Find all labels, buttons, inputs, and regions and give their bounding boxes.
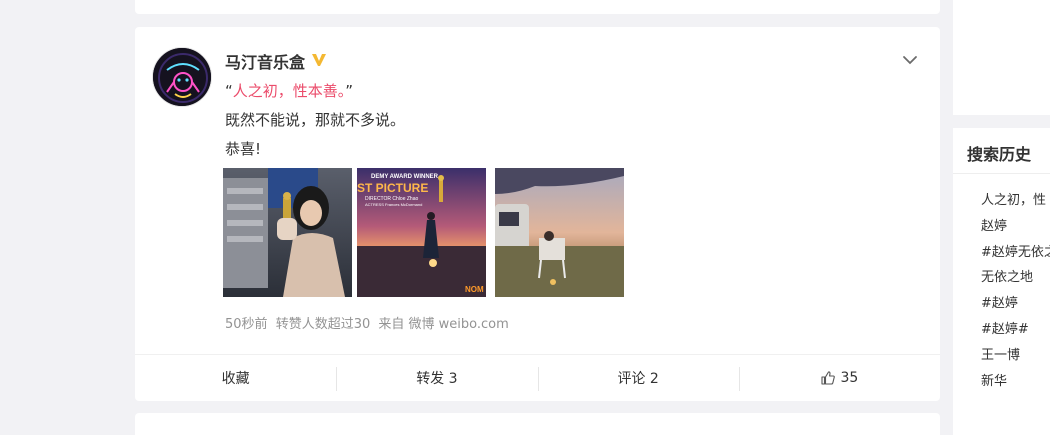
user-name[interactable]: 马汀音乐盒 bbox=[225, 49, 305, 73]
photo-best-picture[interactable]: DEMY AWARD WINNER ST PICTURE DIRECTOR Ch… bbox=[357, 168, 486, 297]
history-item[interactable]: 王一博 bbox=[981, 343, 1050, 369]
next-post-card bbox=[135, 413, 940, 435]
verified-v-icon bbox=[312, 54, 326, 66]
like-button[interactable]: 35 bbox=[738, 355, 940, 401]
history-item[interactable]: #赵婷无依之 bbox=[981, 240, 1050, 266]
panel-divider bbox=[953, 173, 1050, 174]
history-item[interactable]: 新华 bbox=[981, 369, 1050, 395]
search-history-list: 人之初，性 赵婷 #赵婷无依之 无依之地 #赵婷 #赵婷# 王一博 新华 bbox=[981, 188, 1050, 394]
photo-award-holder-image bbox=[223, 168, 352, 297]
post-text-quote: “人之初，性本善。” bbox=[225, 80, 353, 101]
quote-close: ” bbox=[345, 82, 354, 100]
collect-label: 收藏 bbox=[221, 371, 250, 387]
banner-line-2: ST PICTURE bbox=[357, 181, 428, 195]
post-reposters[interactable]: 转赞人数超过30 bbox=[276, 317, 371, 332]
like-count: 35 bbox=[840, 370, 859, 386]
search-history-panel: 搜索历史 人之初，性 赵婷 #赵婷无依之 无依之地 #赵婷 #赵婷# 王一博 新… bbox=[953, 128, 1050, 435]
search-history-title: 搜索历史 bbox=[967, 145, 1032, 164]
chevron-down-icon[interactable] bbox=[900, 50, 920, 70]
post-meta: 50秒前 转赞人数超过30 来自 微博 weibo.com bbox=[225, 313, 513, 332]
photo-best-picture-image: DEMY AWARD WINNER ST PICTURE DIRECTOR Ch… bbox=[357, 168, 486, 297]
post-text-line: 既然不能说，那就不多说。 bbox=[225, 111, 406, 129]
post-time[interactable]: 50秒前 bbox=[225, 317, 268, 332]
quote-text[interactable]: 人之初，性本善。 bbox=[233, 82, 346, 100]
weibo-feed-page: 马汀音乐盒 “人之初，性本善。” 既然不能说，那就不多说。 恭喜! DEMY A… bbox=[0, 0, 1050, 435]
post-card: 马汀音乐盒 “人之初，性本善。” 既然不能说，那就不多说。 恭喜! DEMY A… bbox=[135, 27, 940, 401]
quote-open: “ bbox=[225, 82, 233, 100]
photo-camper-sunset-image bbox=[495, 168, 624, 297]
photo-camper-sunset[interactable] bbox=[495, 168, 624, 297]
photo-award-holder[interactable] bbox=[223, 168, 352, 297]
collect-button[interactable]: 收藏 bbox=[135, 355, 336, 401]
post-action-bar: 收藏 转发 3 评论 2 35 bbox=[135, 354, 940, 401]
history-item[interactable]: 人之初，性 bbox=[981, 188, 1050, 214]
history-item[interactable]: 赵婷 bbox=[981, 214, 1050, 240]
avatar-neon-icon bbox=[153, 48, 211, 106]
previous-post-card bbox=[135, 0, 940, 14]
post-source: 来自 微博 weibo.com bbox=[378, 317, 509, 332]
history-item[interactable]: #赵婷# bbox=[981, 317, 1050, 343]
corner-text: NOM bbox=[465, 285, 484, 294]
sidebar-top-card bbox=[953, 0, 1050, 115]
history-item[interactable]: #赵婷 bbox=[981, 291, 1050, 317]
banner-line-4: ACTRESS Frances McDormand bbox=[365, 202, 422, 207]
thumbs-up-icon bbox=[821, 371, 836, 385]
comment-button[interactable]: 评论 2 bbox=[537, 355, 739, 401]
banner-line-1: DEMY AWARD WINNER bbox=[371, 174, 439, 180]
repost-button[interactable]: 转发 3 bbox=[336, 355, 537, 401]
comment-label: 评论 2 bbox=[617, 371, 659, 387]
user-avatar[interactable] bbox=[152, 47, 212, 107]
history-item[interactable]: 无依之地 bbox=[981, 265, 1050, 291]
repost-label: 转发 3 bbox=[416, 371, 458, 387]
post-text-line: 恭喜! bbox=[225, 140, 262, 158]
